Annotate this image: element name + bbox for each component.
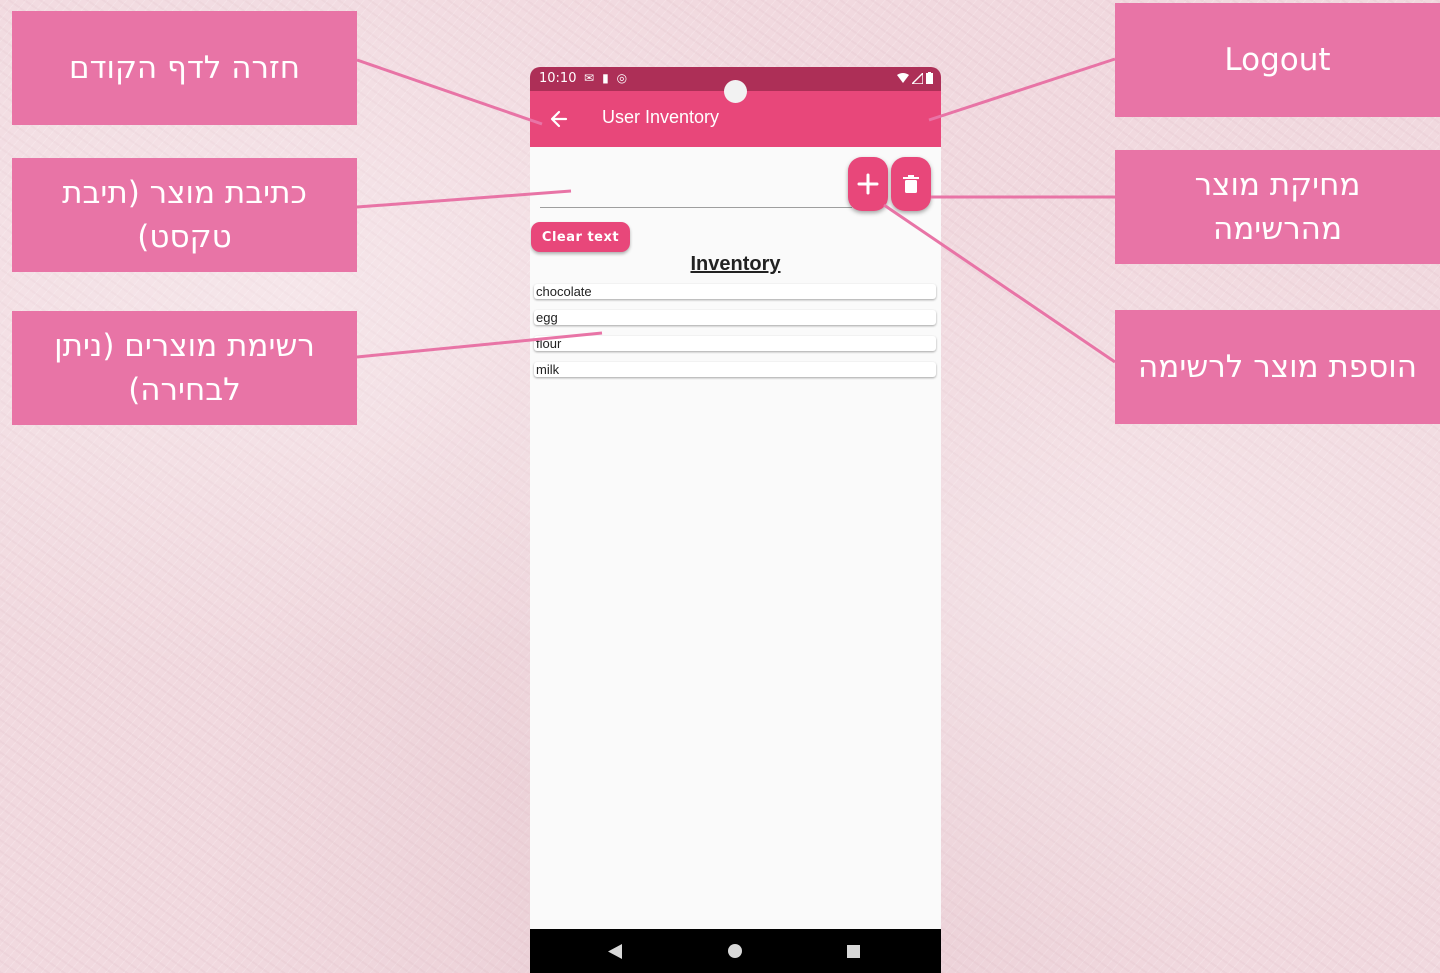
wifi-icon [897,73,909,83]
trash-icon [903,175,919,193]
sync-icon: ◎ [616,71,628,85]
inventory-item[interactable]: flour [534,336,936,351]
callout-add-product: הוספת מוצר לרשימה [1115,310,1440,424]
callout-logout: Logout [1115,3,1440,117]
add-product-button[interactable] [848,157,888,211]
connector-back [356,58,543,126]
plus-icon [857,173,879,195]
callout-delete-product: מחיקת מוצר מהרשימה [1115,150,1440,264]
callout-logout-text: Logout [1224,42,1331,78]
logout-button[interactable] [901,101,941,137]
signal-icon [912,72,923,84]
circle-home-icon[interactable] [728,944,742,958]
arrow-left-icon [550,110,568,128]
inventory-list: chocolate egg flour milk [534,284,936,388]
callout-text-input-text: כתיבת מוצר (תיבת טקסט) [62,175,307,255]
callout-text-input: כתיבת מוצר (תיבת טקסט) [12,158,357,272]
app-bar-title: User Inventory [602,107,720,127]
status-notification-icons: ✉ ▮ ◎ [584,71,627,85]
inventory-item[interactable]: egg [534,310,936,325]
callout-add-product-text: הוספת מוצר לרשימה [1138,349,1417,385]
delete-product-button[interactable] [891,157,931,211]
gmail-icon: ✉ [584,71,595,85]
triangle-back-icon[interactable] [608,944,622,959]
product-text-input[interactable] [540,167,852,208]
connector-logout [928,57,1116,122]
callout-back-text: חזרה לדף הקודם [69,50,301,86]
battery-icon [926,72,933,84]
camera-cutout [724,80,747,103]
navigation-bar [530,929,941,973]
status-system-icons [897,72,933,84]
inventory-item[interactable]: chocolate [534,284,936,299]
sd-card-icon: ▮ [602,71,609,85]
inventory-item[interactable]: milk [534,362,936,377]
callout-delete-product-text: מחיקת מוצר מהרשימה [1194,167,1361,247]
clear-text-button[interactable]: Clear text [531,222,630,252]
back-button[interactable] [544,104,574,134]
status-time: 10:10 [539,71,577,86]
inventory-title: Inventory [690,253,781,275]
square-recent-icon[interactable] [847,945,860,958]
callout-product-list: רשימת מוצרים (ניתן לבחירה) [12,311,357,425]
callout-product-list-text: רשימת מוצרים (ניתן לבחירה) [54,328,315,408]
callout-back: חזרה לדף הקודם [12,11,357,125]
phone-screen: 10:10 ✉ ▮ ◎ User Inventory Clear text In… [530,67,941,973]
